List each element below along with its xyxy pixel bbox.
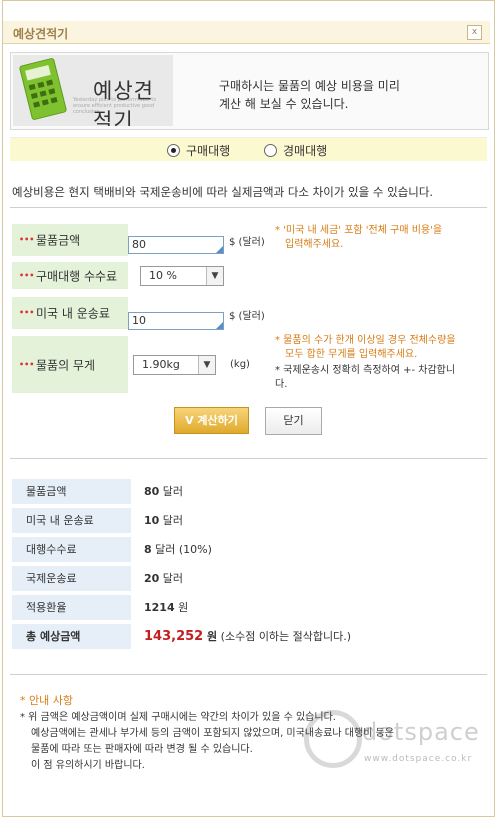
hero-description: 구매하시는 물품의 예상 비용을 미리 계산 해 보실 수 있습니다. — [219, 77, 400, 113]
hero-desc-line2: 계산 해 보실 수 있습니다. — [219, 97, 349, 111]
price-label: ••• 물품금액 — [12, 224, 128, 256]
weight-unit: (kg) — [230, 359, 250, 370]
bullet-icon: ••• — [19, 359, 35, 369]
result-label: 대행수수료 — [12, 537, 131, 562]
result-value: 20 달러 — [144, 572, 184, 585]
shipping-unit: $ (달러) — [229, 311, 265, 322]
window-title: 예상견적기 — [13, 27, 69, 41]
shipping-label: ••• 미국 내 운송료 — [12, 297, 128, 329]
result-value: 8 달러 (10%) — [144, 543, 212, 556]
price-note: * '미국 내 세금' 포함 '전체 구매 비용'을 입력해주세요. — [275, 225, 443, 250]
divider — [10, 458, 487, 459]
guide-heading: * 안내 사항 — [20, 694, 73, 707]
divider — [10, 207, 487, 208]
radio-checked-icon[interactable] — [167, 144, 180, 157]
total-value: 143,252 원 (소수점 이하는 절삭합니다.) — [144, 629, 352, 644]
bullet-icon: ••• — [19, 270, 35, 280]
price-input[interactable]: 80 — [128, 236, 224, 254]
calculate-button[interactable]: V 계산하기 — [174, 407, 249, 434]
result-value: 10 달러 — [144, 514, 184, 527]
divider — [10, 674, 487, 675]
calculator-illustration: Yesterday plan to perform SEO to ensure … — [13, 55, 173, 126]
calculator-icon — [18, 57, 68, 121]
weight-label: ••• 물품의 무게 — [12, 336, 128, 393]
close-button[interactable]: 닫기 — [265, 407, 322, 435]
radio-label-purchase: 구매대행 — [186, 144, 231, 158]
result-label: 국제운송료 — [12, 566, 131, 591]
radio-purchase-agent[interactable]: 구매대행 — [167, 142, 230, 159]
result-label: 미국 내 운송료 — [12, 508, 131, 533]
guide-body: * 위 금액은 예상금액이며 실제 구매시에는 약간의 차이가 있을 수 있습니… — [20, 712, 394, 771]
notice-text: 예상비용은 현지 택배비와 국제운송비에 따라 실제금액과 다소 차이가 있을 … — [12, 185, 434, 199]
result-label: 적용환율 — [12, 595, 131, 620]
hero-banner: Yesterday plan to perform SEO to ensure … — [10, 52, 489, 130]
result-value: 1214 원 — [144, 601, 189, 614]
radio-unchecked-icon[interactable] — [264, 144, 277, 157]
chevron-down-icon[interactable]: ▼ — [198, 356, 215, 374]
chevron-down-icon[interactable]: ▼ — [206, 267, 223, 285]
fee-label: ••• 구매대행 수수료 — [12, 262, 128, 289]
radio-label-auction: 경매대행 — [283, 144, 328, 158]
radio-auction-agent[interactable]: 경매대행 — [264, 142, 327, 159]
price-unit: $ (달러) — [229, 237, 265, 248]
bullet-icon: ••• — [19, 235, 35, 244]
result-label: 물품금액 — [12, 479, 131, 504]
hero-desc-line1: 구매하시는 물품의 예상 비용을 미리 — [219, 79, 400, 93]
total-label: 총 예상금액 — [12, 624, 131, 649]
fee-select[interactable]: 10 % ▼ — [140, 266, 224, 286]
weight-note-2: * 국제운송시 정확히 측정하여 +- 차감합니 다. — [275, 365, 456, 390]
close-icon[interactable]: x — [467, 25, 482, 40]
hero-title: 예상견적기 — [93, 79, 154, 126]
weight-note: * 물품의 수가 한개 이상일 경우 전체수량을 모두 합한 무게를 입력해주세… — [275, 335, 456, 360]
bullet-icon: ••• — [19, 308, 35, 317]
shipping-input[interactable]: 10 — [128, 312, 224, 330]
result-value: 80 달러 — [144, 485, 184, 498]
mode-selector: 구매대행 경매대행 — [10, 137, 487, 161]
title-bar: 예상견적기 x — [3, 21, 490, 44]
weight-select[interactable]: 1.90kg ▼ — [133, 355, 216, 375]
